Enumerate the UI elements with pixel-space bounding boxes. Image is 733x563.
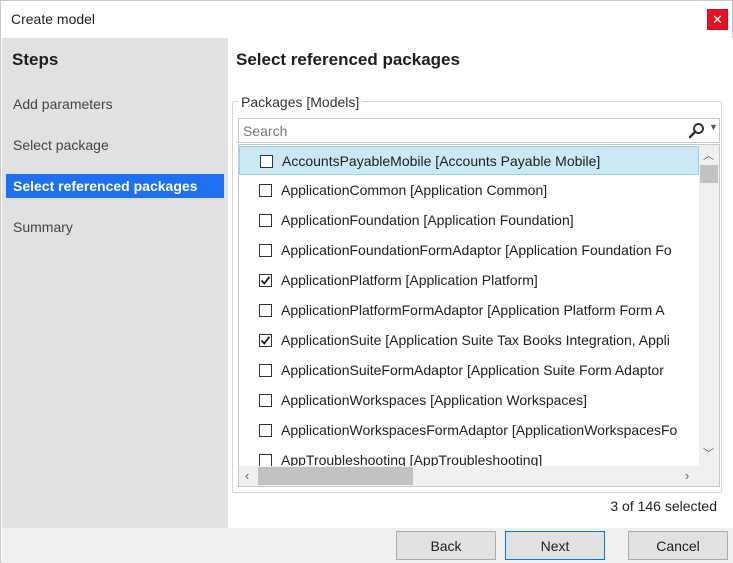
package-checkbox[interactable]: [259, 274, 272, 287]
package-label: ApplicationSuite [Application Suite Tax …: [281, 332, 670, 348]
package-checkbox[interactable]: [259, 364, 272, 377]
package-checkbox[interactable]: [260, 155, 273, 168]
vertical-scroll-thumb[interactable]: [700, 165, 718, 183]
selection-count: 3 of 146 selected: [610, 498, 717, 514]
page-title: Select referenced packages: [236, 50, 460, 69]
package-checkbox[interactable]: [259, 334, 272, 347]
package-label: ApplicationPlatformFormAdaptor [Applicat…: [281, 302, 665, 318]
package-label: ApplicationFoundation [Application Found…: [281, 212, 574, 228]
package-row[interactable]: ApplicationFoundation [Application Found…: [239, 206, 699, 235]
packages-list: AccountsPayableMobile [Accounts Payable …: [238, 144, 720, 487]
create-model-dialog: Create model ✕ Steps Add parameters Sele…: [0, 0, 733, 563]
package-row[interactable]: ApplicationSuiteFormAdaptor [Application…: [239, 356, 699, 385]
package-label: ApplicationSuiteFormAdaptor [Application…: [281, 362, 664, 378]
vertical-scrollbar[interactable]: ︿ ﹀: [699, 145, 719, 466]
package-label: AccountsPayableMobile [Accounts Payable …: [282, 153, 601, 169]
checkmark-icon: [260, 276, 271, 285]
package-label: ApplicationWorkspacesFormAdaptor [Applic…: [281, 422, 678, 438]
window-title: Create model: [11, 11, 96, 27]
main-panel: Select referenced packages Packages [Mod…: [228, 38, 733, 528]
back-button[interactable]: Back: [396, 531, 496, 560]
chevron-down-icon[interactable]: ﹀: [703, 445, 714, 461]
package-row[interactable]: ApplicationWorkspacesFormAdaptor [Applic…: [239, 416, 699, 445]
chevron-right-icon[interactable]: ›: [685, 468, 689, 483]
package-checkbox[interactable]: [259, 244, 272, 257]
package-row[interactable]: ApplicationSuite [Application Suite Tax …: [239, 326, 699, 355]
package-row[interactable]: ApplicationCommon [Application Common]: [239, 176, 699, 205]
search-input[interactable]: [243, 121, 673, 140]
search-icon[interactable]: [687, 121, 707, 141]
cancel-button[interactable]: Cancel: [628, 531, 728, 560]
package-checkbox[interactable]: [259, 304, 272, 317]
chevron-up-icon[interactable]: ︿: [703, 147, 714, 163]
package-checkbox[interactable]: [259, 424, 272, 437]
title-bar: Create model ✕: [1, 1, 732, 38]
steps-heading: Steps: [12, 50, 59, 69]
next-button[interactable]: Next: [505, 531, 605, 560]
step-select-package[interactable]: Select package: [6, 133, 224, 157]
package-row[interactable]: ApplicationFoundationFormAdaptor [Applic…: [239, 236, 699, 265]
package-label: ApplicationCommon [Application Common]: [281, 182, 548, 198]
checkmark-icon: [260, 336, 271, 345]
packages-group-label: Packages [Models]: [238, 94, 363, 110]
package-row[interactable]: ApplicationPlatformFormAdaptor [Applicat…: [239, 296, 699, 325]
package-label: ApplicationFoundationFormAdaptor [Applic…: [281, 242, 672, 258]
package-row[interactable]: ApplicationPlatform [Application Platfor…: [239, 266, 699, 295]
package-checkbox[interactable]: [259, 184, 272, 197]
dialog-footer: Back Next Cancel: [2, 528, 733, 563]
package-label: ApplicationWorkspaces [Application Works…: [281, 392, 588, 408]
package-row[interactable]: AccountsPayableMobile [Accounts Payable …: [239, 146, 699, 175]
step-summary[interactable]: Summary: [6, 215, 224, 239]
horizontal-scrollbar[interactable]: ‹ ›: [239, 466, 699, 486]
package-row[interactable]: ApplicationWorkspaces [Application Works…: [239, 386, 699, 415]
chevron-left-icon[interactable]: ‹: [245, 468, 249, 483]
horizontal-scroll-thumb[interactable]: [258, 467, 413, 485]
close-icon: ✕: [712, 11, 723, 27]
package-checkbox[interactable]: [259, 214, 272, 227]
steps-sidebar: Steps Add parameters Select package Sele…: [2, 38, 228, 528]
step-select-referenced-packages[interactable]: Select referenced packages: [6, 174, 224, 198]
scrollbar-corner: [699, 466, 719, 486]
package-checkbox[interactable]: [259, 394, 272, 407]
step-add-parameters[interactable]: Add parameters: [6, 92, 224, 116]
search-box[interactable]: ▼: [238, 118, 720, 143]
package-label: ApplicationPlatform [Application Platfor…: [281, 272, 538, 288]
chevron-down-icon[interactable]: ▼: [709, 122, 718, 132]
close-button[interactable]: ✕: [707, 9, 728, 30]
